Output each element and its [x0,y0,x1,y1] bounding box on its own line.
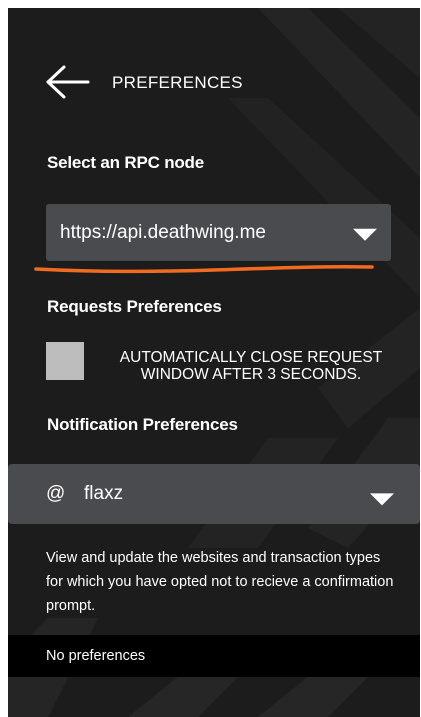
account-select[interactable]: @ flaxz [8,464,420,524]
rpc-node-select[interactable]: https://api.deathwing.me [46,204,391,261]
back-button[interactable] [44,64,92,100]
auto-close-label: AUTOMATICALLY CLOSE REQUEST WINDOW AFTER… [119,349,383,383]
preferences-screen: PREFERENCES Select an RPC node https://a… [8,8,420,717]
caret-down-icon [370,493,394,506]
at-sign: @ [46,483,66,504]
rpc-node-label: Select an RPC node [47,153,204,172]
caret-down-icon [353,228,377,241]
notification-description: View and update the websites and transac… [46,550,394,614]
preferences-list: No preferences [8,635,420,677]
annotation-underline [34,264,374,274]
auto-close-checkbox[interactable] [46,342,84,380]
account-value: flaxz [84,483,124,504]
page-title: PREFERENCES [112,73,243,92]
no-preferences-text: No preferences [46,648,146,664]
notification-preferences-label: Notification Preferences [47,415,238,434]
rpc-node-value: https://api.deathwing.me [60,221,266,243]
arrow-left-icon [46,65,90,99]
requests-preferences-label: Requests Preferences [47,297,222,316]
